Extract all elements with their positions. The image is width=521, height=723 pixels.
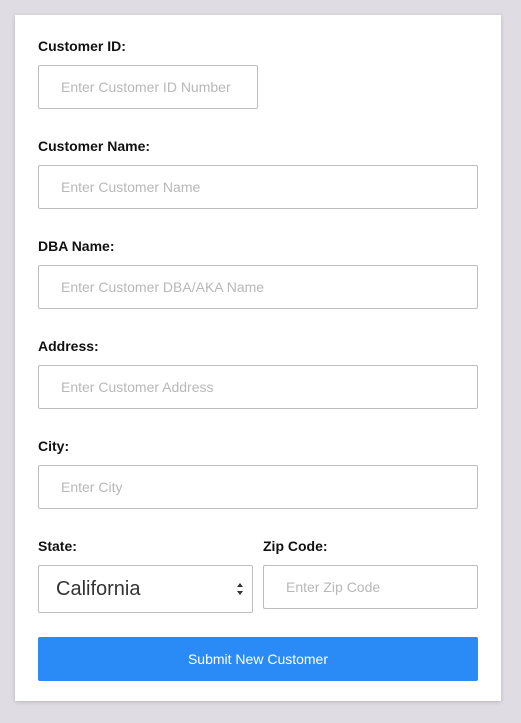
city-input[interactable] [38, 465, 478, 509]
customer-name-input[interactable] [38, 165, 478, 209]
dba-name-input[interactable] [38, 265, 478, 309]
select-arrows-icon [237, 583, 243, 595]
state-label: State: [38, 538, 77, 554]
zip-code-label: Zip Code: [263, 538, 328, 554]
state-select[interactable]: California [38, 565, 253, 613]
city-label: City: [38, 438, 70, 454]
customer-name-label: Customer Name: [38, 138, 151, 154]
state-select-value: California [56, 578, 141, 600]
customer-form-card: Customer ID: Customer Name: DBA Name: Ad… [15, 15, 501, 701]
customer-id-input[interactable] [38, 65, 258, 109]
dba-name-label: DBA Name: [38, 238, 115, 254]
address-input[interactable] [38, 365, 478, 409]
address-label: Address: [38, 338, 99, 354]
customer-id-label: Customer ID: [38, 38, 126, 54]
submit-new-customer-button[interactable]: Submit New Customer [38, 637, 478, 681]
zip-code-input[interactable] [263, 565, 478, 609]
